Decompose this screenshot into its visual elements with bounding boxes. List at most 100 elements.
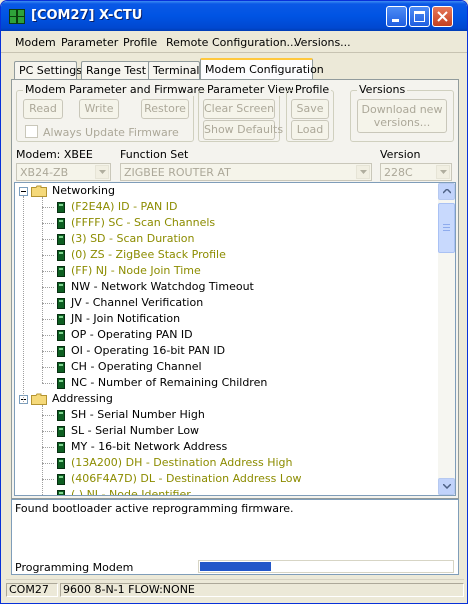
status-bar: COM27 9600 8-N-1 FLOW:NONE: [6, 579, 464, 600]
tree-param-item[interactable]: MY - 16-bit Network Address: [71, 439, 227, 455]
tree-param-item[interactable]: OI - Operating 16-bit PAN ID: [71, 343, 225, 359]
tree-param-item[interactable]: SL - Serial Number Low: [71, 423, 199, 439]
parameter-icon: [57, 458, 65, 469]
tree-connector: [42, 351, 54, 352]
tree-folder-label[interactable]: Addressing: [52, 391, 113, 407]
folder-icon: [31, 185, 47, 197]
profile-group: Profile Save Load: [286, 83, 334, 142]
modem-select-value: XB24-ZB: [20, 166, 69, 179]
modem-parameter-group: Modem Parameter and Firmware Read Write …: [16, 83, 207, 142]
menu-profile[interactable]: Profile: [123, 36, 157, 49]
tree-param-item[interactable]: NC - Number of Remaining Children: [71, 375, 267, 391]
read-button[interactable]: Read: [23, 99, 63, 119]
scroll-down-button[interactable]: [438, 478, 455, 495]
restore-button[interactable]: Restore: [141, 99, 189, 119]
tree-param-item[interactable]: JN - Join Notification: [71, 311, 180, 327]
load-profile-button[interactable]: Load: [291, 120, 329, 140]
scroll-thumb[interactable]: [438, 203, 455, 253]
parameter-icon: [57, 330, 65, 341]
minimize-button[interactable]: [386, 6, 407, 27]
tab-modem-configuration[interactable]: Modem Configuration: [200, 58, 324, 80]
progress-label: Programming Modem: [15, 561, 134, 574]
tab-terminal[interactable]: Terminal: [148, 61, 200, 79]
xctu-app-icon: [9, 9, 25, 24]
menu-bar: Modem Parameter Profile Remote Configura…: [1, 32, 467, 53]
tab-pc-settings[interactable]: PC Settings: [14, 61, 82, 79]
tree-connector: [42, 319, 54, 320]
menu-versions[interactable]: Versions...: [294, 36, 351, 49]
progress-fill: [200, 562, 271, 571]
parameter-icon: [57, 490, 65, 495]
tree-param-item[interactable]: OP - Operating PAN ID: [71, 327, 193, 343]
tree-connector: [42, 271, 54, 272]
chevron-down-icon: [436, 165, 450, 179]
tree-connector: [42, 207, 54, 208]
modem-parameter-group-title: Modem Parameter and Firmware: [23, 83, 207, 96]
tree-param-item[interactable]: (F2E4A) ID - PAN ID: [71, 199, 177, 215]
tree-param-item[interactable]: CH - Operating Channel: [71, 359, 202, 375]
tree-connector: [42, 415, 54, 416]
tree-param-item[interactable]: (0) ZS - ZigBee Stack Profile: [71, 247, 226, 263]
tree-connector: [42, 367, 54, 368]
vertical-scrollbar[interactable]: [438, 183, 455, 495]
checkbox-box: [25, 125, 38, 138]
parameter-icon: [57, 442, 65, 453]
scroll-up-button[interactable]: [438, 183, 455, 200]
tree-param-item[interactable]: (13A200) DH - Destination Address High: [71, 455, 293, 471]
save-profile-button[interactable]: Save: [291, 99, 329, 119]
menu-parameter[interactable]: Parameter: [61, 36, 118, 49]
parameter-icon: [57, 298, 65, 309]
function-set-select[interactable]: ZIGBEE ROUTER AT: [120, 163, 372, 181]
tree-param-item[interactable]: NW - Network Watchdog Timeout: [71, 279, 254, 295]
clear-screen-button[interactable]: Clear Screen: [203, 99, 275, 119]
function-set-select-value: ZIGBEE ROUTER AT: [124, 166, 231, 179]
profile-group-title: Profile: [293, 83, 332, 96]
title-bar[interactable]: [COM27] X-CTU: [1, 1, 467, 31]
tree-param-item[interactable]: SH - Serial Number High: [71, 407, 205, 423]
maximize-button[interactable]: [409, 6, 430, 27]
tree-param-item[interactable]: (3) SD - Scan Duration: [71, 231, 195, 247]
message-area: Found bootloader active reprogramming fi…: [11, 499, 459, 575]
tree-param-item[interactable]: (406F4A7D) DL - Destination Address Low: [71, 471, 302, 487]
function-set-label: Function Set: [120, 148, 189, 161]
versions-group: Versions Download new versions...: [350, 83, 454, 142]
parameter-icon: [57, 362, 65, 373]
version-select-value: 228C: [384, 166, 413, 179]
tree-param-item[interactable]: JV - Channel Verification: [71, 295, 203, 311]
version-select[interactable]: 228C: [380, 163, 452, 181]
tree-connector: [42, 287, 54, 288]
chevron-down-icon: [356, 165, 370, 179]
tree-connector: [42, 479, 54, 480]
app-window: [COM27] X-CTU Modem Parameter Profile Re…: [0, 0, 468, 604]
tree-folder-label[interactable]: Networking: [52, 183, 115, 199]
parameter-icon: [57, 314, 65, 325]
tab-range-test[interactable]: Range Test: [81, 61, 153, 79]
show-defaults-button[interactable]: Show Defaults: [203, 120, 283, 140]
tree-param-item[interactable]: (FF) NJ - Node Join Time: [71, 263, 201, 279]
modem-select[interactable]: XB24-ZB: [16, 163, 111, 181]
tree-connector: [23, 196, 24, 404]
close-button[interactable]: [432, 6, 453, 27]
tree-connector: [42, 239, 54, 240]
parameter-tree[interactable]: Networking (F2E4A) ID - PAN ID (FFFF) SC -…: [14, 182, 456, 496]
tree-param-item[interactable]: ( ) NI - Node Identifier: [71, 487, 191, 495]
maximize-icon: [414, 11, 425, 22]
menu-remote-configuration[interactable]: Remote Configuration...: [166, 36, 297, 49]
chevron-down-icon: [95, 165, 109, 179]
always-update-firmware-checkbox[interactable]: Always Update Firmware: [25, 125, 179, 139]
tree-param-item[interactable]: (FFFF) SC - Scan Channels: [71, 215, 215, 231]
collapse-toggle-icon[interactable]: [19, 187, 28, 196]
download-new-versions-button[interactable]: Download new versions...: [357, 99, 447, 133]
status-serial-settings: 9600 8-N-1 FLOW:NONE: [60, 583, 464, 597]
status-message: Found bootloader active reprogramming fi…: [15, 502, 294, 515]
tree-connector: [42, 197, 43, 383]
parameter-icon: [57, 282, 65, 293]
programming-progress-bar: [198, 560, 454, 573]
menu-modem[interactable]: Modem: [15, 36, 56, 49]
parameter-view-group-title: Parameter View: [205, 83, 296, 96]
tree-connector: [42, 405, 43, 495]
parameter-icon: [57, 202, 65, 213]
write-button[interactable]: Write: [79, 99, 119, 119]
parameter-icon: [57, 250, 65, 261]
parameter-icon: [57, 378, 65, 389]
